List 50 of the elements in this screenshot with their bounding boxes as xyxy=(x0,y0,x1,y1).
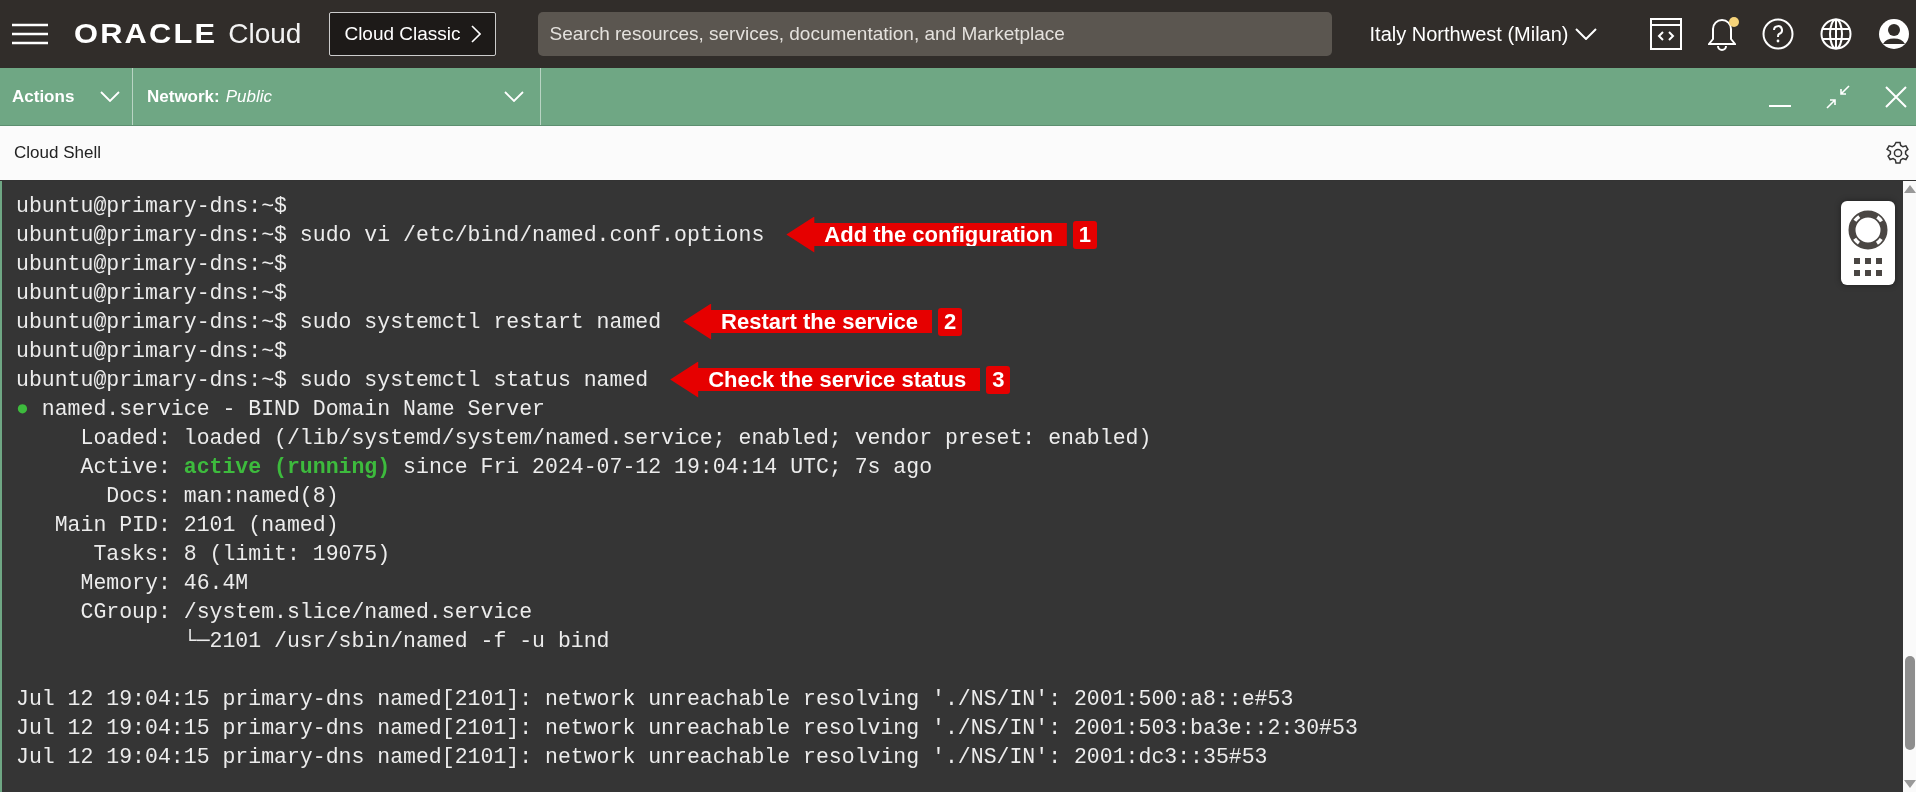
chevron-down-icon xyxy=(1574,28,1597,40)
scroll-down-icon[interactable] xyxy=(1903,780,1916,788)
terminal-line: Jul 12 19:04:15 primary-dns named[2101]: network unreachable resolving './NS/IN': 2001:dc3::35#53 xyxy=(16,744,1268,769)
terminal-line: ubuntu@primary-dns:~$ xyxy=(16,251,287,276)
panel-title: Cloud Shell xyxy=(14,143,101,163)
scrollbar[interactable] xyxy=(1903,181,1916,792)
step-number: 2 xyxy=(938,307,963,336)
terminal-line: ubuntu@primary-dns:~$ xyxy=(16,280,287,305)
terminal-line: ubuntu@primary-dns:~$ xyxy=(16,193,287,218)
logo-brand: ORACLE xyxy=(74,18,218,50)
scroll-up-icon[interactable] xyxy=(1903,185,1916,193)
terminal-line: Docs: man:named(8) xyxy=(105,483,339,508)
chevron-down-icon xyxy=(100,91,120,102)
globe-icon[interactable] xyxy=(1820,18,1852,50)
chevron-right-icon xyxy=(470,25,481,43)
network-label: Network: xyxy=(147,86,220,107)
terminal-line: ubuntu@primary-dns:~$ sudo systemctl status named xyxy=(16,367,649,392)
terminal-line: ubuntu@primary-dns:~$ sudo systemctl restart named xyxy=(16,309,662,334)
terminal-line: Active: active (running) since Fri 2024-07-12 19:04:14 UTC; 7s ago xyxy=(79,454,933,479)
chevron-down-icon xyxy=(504,91,524,102)
network-value: Public xyxy=(225,86,273,107)
code-editor-icon[interactable] xyxy=(1650,18,1682,50)
terminal-line: Tasks: 8 (limit: 19075) xyxy=(92,541,391,566)
help-widget[interactable] xyxy=(1841,201,1895,285)
menu-icon[interactable] xyxy=(10,22,50,46)
terminal-line: Memory: 46.4M xyxy=(79,570,249,595)
settings-icon[interactable] xyxy=(1886,141,1910,165)
terminal-line: ● named.service - BIND Domain Name Server xyxy=(16,396,545,421)
restore-icon[interactable] xyxy=(1826,84,1850,109)
grid-icon[interactable] xyxy=(1854,258,1882,276)
avatar-icon[interactable] xyxy=(1878,18,1910,50)
terminal-line: Jul 12 19:04:15 primary-dns named[2101]: network unreachable resolving './NS/IN': 2001:503:ba3e::2:30#53 xyxy=(16,715,1358,740)
terminal-line: Main PID: 2101 (named) xyxy=(53,512,339,537)
lifebuoy-icon[interactable] xyxy=(1848,210,1888,250)
terminal-line: Jul 12 19:04:15 primary-dns named[2101]: network unreachable resolving './NS/IN': 2001:500:a8::e#53 xyxy=(16,686,1294,711)
step-number: 1 xyxy=(1072,220,1098,249)
cloud-classic-button[interactable]: Cloud Classic xyxy=(329,12,496,56)
terminal-line: └─2101 /usr/sbin/named -f -u bind xyxy=(182,628,610,653)
scrollbar-thumb[interactable] xyxy=(1904,656,1915,750)
close-icon[interactable] xyxy=(1884,84,1908,109)
logo-product: Cloud xyxy=(228,18,302,50)
terminal-line: Loaded: loaded (/lib/systemd/system/named.service; enabled; vendor preset: enabled) xyxy=(79,425,1152,450)
terminal-line: ubuntu@primary-dns:~$ xyxy=(16,338,287,363)
search-field[interactable]: Search resources, services, documentation, and Marketplace xyxy=(537,12,1332,56)
region-selector[interactable]: Italy Northwest (Milan) xyxy=(1369,22,1597,46)
help-icon[interactable] xyxy=(1762,18,1794,50)
bell-icon[interactable] xyxy=(1708,17,1736,51)
terminal-line: CGroup: /system.slice/named.service xyxy=(79,599,533,624)
step-number: 3 xyxy=(986,365,1011,394)
terminal-line: ubuntu@primary-dns:~$ sudo vi /etc/bind/named.conf.options xyxy=(16,222,765,247)
